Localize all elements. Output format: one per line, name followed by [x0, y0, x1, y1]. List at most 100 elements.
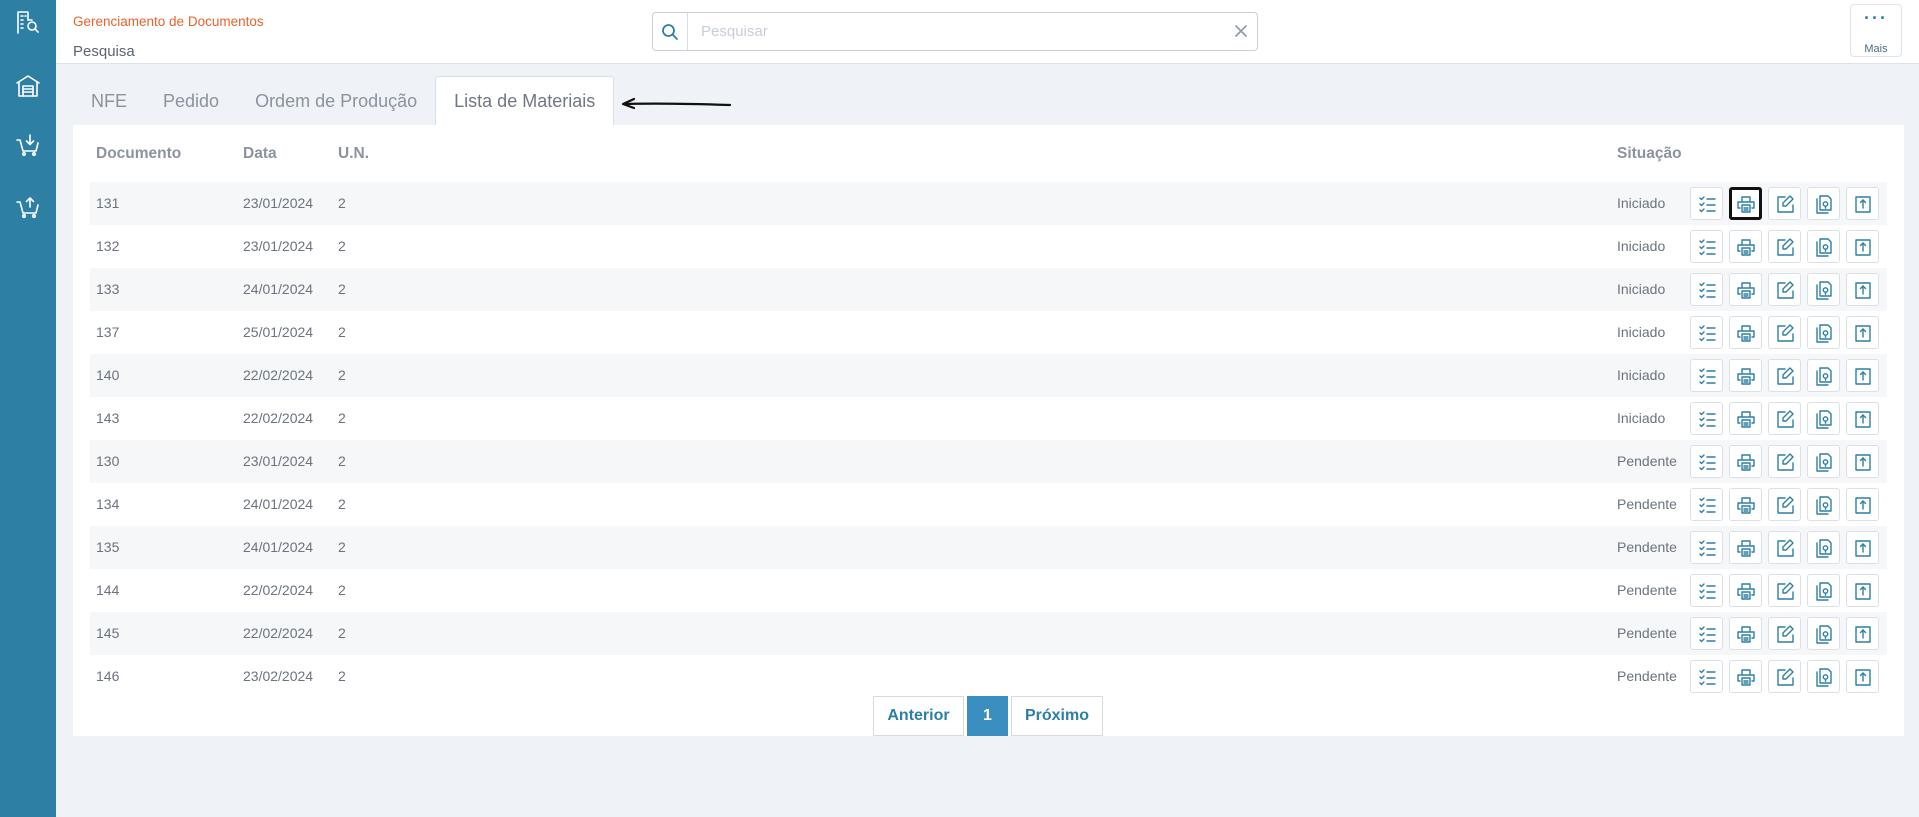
table-row[interactable]: 143 22/02/2024 2 Iniciado	[90, 397, 1887, 440]
checklist-button[interactable]	[1690, 230, 1723, 263]
print-button[interactable]	[1729, 273, 1762, 306]
table-row[interactable]: 130 23/01/2024 2 Pendente	[90, 440, 1887, 483]
checklist-button[interactable]	[1690, 273, 1723, 306]
upload-button[interactable]	[1846, 617, 1879, 650]
upload-button[interactable]	[1846, 359, 1879, 392]
upload-button[interactable]	[1846, 402, 1879, 435]
edit-button[interactable]	[1768, 445, 1801, 478]
building-search-icon	[17, 11, 39, 34]
upload-button[interactable]	[1846, 574, 1879, 607]
tab-lista-materiais[interactable]: Lista de Materiais	[435, 76, 615, 126]
checklist-button[interactable]	[1690, 531, 1723, 564]
column-header-data[interactable]: Data	[243, 145, 277, 163]
previous-page-button[interactable]: Anterior	[873, 696, 964, 736]
print-icon	[1736, 496, 1755, 514]
copy-button[interactable]	[1807, 230, 1840, 263]
copy-button[interactable]	[1807, 488, 1840, 521]
edit-button[interactable]	[1768, 316, 1801, 349]
table-header: Documento Data U.N. Situação	[73, 125, 1904, 181]
next-page-button[interactable]: Próximo	[1011, 696, 1103, 736]
tab-nfe[interactable]: NFE	[73, 76, 145, 126]
copy-button[interactable]	[1807, 445, 1840, 478]
copy-button[interactable]	[1807, 617, 1840, 650]
print-button[interactable]	[1729, 445, 1762, 478]
tab-ordem-producao[interactable]: Ordem de Produção	[237, 76, 435, 126]
column-header-un[interactable]: U.N.	[338, 145, 369, 163]
sidebar-item-warehouse[interactable]	[14, 72, 42, 100]
edit-button[interactable]	[1768, 359, 1801, 392]
checklist-button[interactable]	[1690, 488, 1723, 521]
edit-button[interactable]	[1768, 273, 1801, 306]
print-button[interactable]	[1729, 316, 1762, 349]
print-button[interactable]	[1729, 230, 1762, 263]
sidebar-item-documents[interactable]	[14, 8, 42, 36]
copy-button[interactable]	[1807, 531, 1840, 564]
cart-download-icon	[16, 134, 39, 157]
table-row[interactable]: 135 24/01/2024 2 Pendente	[90, 526, 1887, 569]
print-button[interactable]	[1729, 187, 1762, 220]
print-button[interactable]	[1729, 488, 1762, 521]
print-button[interactable]	[1729, 531, 1762, 564]
sidebar-item-outbound[interactable]	[14, 193, 42, 221]
table-row[interactable]: 145 22/02/2024 2 Pendente	[90, 612, 1887, 655]
clear-search-button[interactable]	[1233, 23, 1249, 39]
edit-button[interactable]	[1768, 187, 1801, 220]
upload-button[interactable]	[1846, 187, 1879, 220]
table-row[interactable]: 137 25/01/2024 2 Iniciado	[90, 311, 1887, 354]
print-button[interactable]	[1729, 660, 1762, 693]
edit-button[interactable]	[1768, 617, 1801, 650]
tab-pedido[interactable]: Pedido	[145, 76, 237, 126]
checklist-button[interactable]	[1690, 316, 1723, 349]
print-button[interactable]	[1729, 617, 1762, 650]
edit-button[interactable]	[1768, 531, 1801, 564]
table-row[interactable]: 140 22/02/2024 2 Iniciado	[90, 354, 1887, 397]
print-button[interactable]	[1729, 359, 1762, 392]
upload-button[interactable]	[1846, 316, 1879, 349]
cell-situacao: Iniciado	[1617, 324, 1666, 340]
checklist-button[interactable]	[1690, 660, 1723, 693]
search-input[interactable]	[689, 13, 1219, 50]
upload-icon	[1854, 410, 1871, 428]
page-1-button[interactable]: 1	[967, 696, 1008, 736]
edit-button[interactable]	[1768, 660, 1801, 693]
table-row[interactable]: 132 23/01/2024 2 Iniciado	[90, 225, 1887, 268]
checklist-button[interactable]	[1690, 445, 1723, 478]
sidebar-item-inbound[interactable]	[14, 131, 42, 159]
edit-button[interactable]	[1768, 230, 1801, 263]
upload-button[interactable]	[1846, 445, 1879, 478]
copy-button[interactable]	[1807, 316, 1840, 349]
column-header-situacao[interactable]: Situação	[1617, 145, 1682, 163]
more-button[interactable]: ··· Mais	[1850, 4, 1902, 57]
checklist-button[interactable]	[1690, 402, 1723, 435]
edit-button[interactable]	[1768, 574, 1801, 607]
checklist-button[interactable]	[1690, 187, 1723, 220]
table-row[interactable]: 144 22/02/2024 2 Pendente	[90, 569, 1887, 612]
copy-document-icon	[1815, 366, 1832, 386]
table-row[interactable]: 134 24/01/2024 2 Pendente	[90, 483, 1887, 526]
print-button[interactable]	[1729, 574, 1762, 607]
column-header-documento[interactable]: Documento	[96, 145, 181, 163]
edit-button[interactable]	[1768, 488, 1801, 521]
upload-button[interactable]	[1846, 273, 1879, 306]
table-row[interactable]: 131 23/01/2024 2 Iniciado	[90, 182, 1887, 225]
copy-button[interactable]	[1807, 359, 1840, 392]
upload-button[interactable]	[1846, 531, 1879, 564]
upload-button[interactable]	[1846, 660, 1879, 693]
copy-button[interactable]	[1807, 273, 1840, 306]
upload-button[interactable]	[1846, 230, 1879, 263]
copy-button[interactable]	[1807, 402, 1840, 435]
row-actions	[1690, 617, 1885, 650]
print-button[interactable]	[1729, 402, 1762, 435]
checklist-button[interactable]	[1690, 574, 1723, 607]
print-icon	[1736, 453, 1755, 471]
copy-button[interactable]	[1807, 187, 1840, 220]
checklist-button[interactable]	[1690, 359, 1723, 392]
table-row[interactable]: 133 24/01/2024 2 Iniciado	[90, 268, 1887, 311]
checklist-button[interactable]	[1690, 617, 1723, 650]
copy-button[interactable]	[1807, 660, 1840, 693]
search-button[interactable]	[653, 13, 688, 50]
copy-button[interactable]	[1807, 574, 1840, 607]
upload-button[interactable]	[1846, 488, 1879, 521]
edit-button[interactable]	[1768, 402, 1801, 435]
table-row[interactable]: 146 23/02/2024 2 Pendente	[90, 655, 1887, 698]
